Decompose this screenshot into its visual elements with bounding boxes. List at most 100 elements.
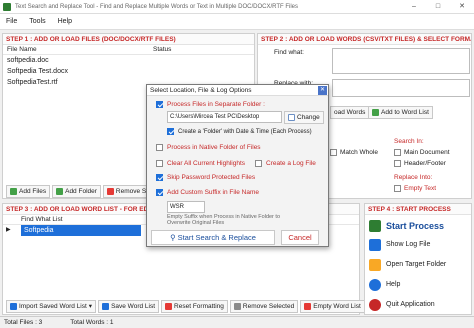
save-word-list-button[interactable]: Save Word List — [98, 300, 160, 313]
import-label: Import Saved Word List — [19, 303, 87, 310]
add-word-label: Add to Word List — [381, 109, 429, 116]
col-file-name[interactable]: File Name — [3, 45, 153, 54]
word-cell[interactable]: Softpedia — [21, 225, 141, 236]
step1-header: STEP 1 : ADD OR LOAD FILES (DOC/DOCX/RTF… — [3, 34, 254, 45]
col-status[interactable]: Status — [153, 45, 171, 54]
empty-text-checkbox[interactable] — [394, 185, 401, 192]
skip-password-checkbox[interactable] — [156, 174, 163, 181]
step2-header: STEP 2 : ADD OR LOAD WORDS (CSV/TXT FILE… — [258, 34, 471, 45]
add-suffix-option[interactable]: Add Custom Suffix in File Name — [156, 189, 259, 196]
add-to-word-list-button[interactable]: Add to Word List — [368, 106, 433, 119]
change-label: Change — [297, 114, 320, 121]
chevron-down-icon: ▾ — [88, 303, 93, 310]
dialog-button-bar: ⚲ Start Search & Replace Cancel — [151, 230, 325, 245]
start-process-button[interactable]: Start Process — [365, 216, 470, 235]
step4-panel: STEP 4 : START PROCESS Start Process Sho… — [364, 203, 472, 315]
import-word-list-button[interactable]: Import Saved Word List ▾ — [6, 300, 97, 313]
open-target-folder-button[interactable]: Open Target Folder — [365, 255, 470, 274]
search-in-label: Search In: — [394, 138, 424, 145]
reset-label: Reset Formatting — [174, 303, 224, 310]
clear-highlights-option[interactable]: Clear All Current Highlights — [156, 160, 245, 167]
skip-password-label: Skip Password Protected Files — [167, 174, 256, 181]
header-footer-option[interactable]: Header/Footer — [394, 160, 446, 167]
create-log-option[interactable]: Create a Log File — [255, 160, 316, 167]
match-whole-option[interactable]: Match Whole — [330, 149, 378, 156]
remove-selected-words-button[interactable]: Remove Selected — [229, 300, 299, 313]
total-files: Total Files : 3 — [4, 319, 43, 326]
file-grid-header: File Name Status — [3, 45, 254, 55]
reset-icon — [165, 303, 173, 310]
menu-file[interactable]: File — [0, 14, 23, 30]
folder-icon — [369, 258, 381, 271]
main-document-checkbox[interactable] — [394, 149, 401, 156]
header-footer-checkbox[interactable] — [394, 160, 401, 167]
col-find-what[interactable]: Find What List — [21, 215, 63, 224]
log-file-icon — [369, 238, 381, 251]
create-folder-option[interactable]: Create a 'Folder' with Date & Time (Each… — [167, 128, 312, 135]
close-button[interactable]: ✕ — [450, 0, 474, 14]
find-input[interactable] — [332, 48, 470, 74]
quit-button[interactable]: Quit Application — [365, 295, 470, 314]
status-bar: Total Files : 3 Total Words : 1 — [0, 316, 474, 328]
remove-icon — [106, 188, 114, 195]
menu-help[interactable]: Help — [52, 14, 78, 30]
help-icon — [369, 278, 381, 291]
remove-selected-label: Remove Selected — [242, 303, 295, 310]
menu-tools[interactable]: Tools — [23, 14, 51, 30]
suffix-value: WSR — [170, 204, 184, 210]
add-folder-button[interactable]: Add Folder — [52, 185, 101, 198]
plus-icon — [10, 188, 17, 195]
clear-highlights-checkbox[interactable] — [156, 160, 163, 167]
empty-text-option[interactable]: Empty Text — [394, 185, 436, 192]
app-icon — [3, 2, 11, 11]
import-icon — [10, 303, 17, 310]
maximize-button[interactable]: □ — [426, 0, 450, 14]
main-document-option[interactable]: Main Document — [394, 149, 450, 156]
load-words-label: oad Words — [334, 109, 366, 116]
cancel-label: Cancel — [288, 233, 312, 242]
help-button[interactable]: Help — [365, 275, 470, 294]
step3-toolbar: Import Saved Word List ▾ Save Word List R… — [6, 300, 365, 313]
change-path-button[interactable]: Change — [284, 111, 324, 124]
dialog-close-button[interactable]: ✕ — [318, 86, 327, 95]
open-target-label: Open Target Folder — [386, 261, 447, 268]
process-native-option[interactable]: Process in Native Folder of Files — [156, 144, 261, 151]
trash-icon — [304, 303, 312, 310]
create-log-label: Create a Log File — [266, 160, 316, 167]
add-suffix-label: Add Custom Suffix in File Name — [167, 189, 259, 196]
load-words-button[interactable]: oad Words — [330, 106, 370, 119]
suffix-input[interactable]: WSR — [167, 201, 205, 213]
file-row[interactable]: softpedia.doc — [3, 55, 254, 66]
process-separate-checkbox[interactable] — [156, 101, 163, 108]
reset-formatting-button[interactable]: Reset Formatting — [161, 300, 228, 313]
create-log-checkbox[interactable] — [255, 160, 262, 167]
quit-label: Quit Application — [386, 301, 435, 308]
add-files-button[interactable]: Add Files — [6, 185, 51, 198]
file-row[interactable]: Softpedia Test.docx — [3, 66, 254, 77]
plus-icon — [372, 109, 379, 116]
search-icon: ⚲ — [170, 233, 176, 242]
output-path-value: C:\Users\Mircea Test PC\Desktop — [170, 114, 260, 120]
remove-icon — [233, 303, 241, 310]
start-search-label: Start Search & Replace — [177, 233, 256, 242]
process-separate-option[interactable]: Process Files in Separate Folder : — [156, 101, 265, 108]
process-native-label: Process in Native Folder of Files — [167, 144, 261, 151]
match-whole-checkbox[interactable] — [330, 149, 337, 156]
create-folder-checkbox[interactable] — [167, 128, 174, 135]
start-process-label: Start Process — [386, 220, 445, 231]
cancel-button[interactable]: Cancel — [281, 230, 319, 245]
title-bar: Text Search and Replace Tool - Find and … — [0, 0, 474, 14]
start-search-replace-button[interactable]: ⚲ Start Search & Replace — [151, 230, 275, 245]
find-label: Find what: — [274, 49, 304, 56]
add-suffix-checkbox[interactable] — [156, 189, 163, 196]
empty-word-list-button[interactable]: Empty Word List — [300, 300, 365, 313]
process-native-checkbox[interactable] — [156, 144, 163, 151]
dialog-title-bar: Select Location, File & Log Options ✕ — [147, 85, 328, 96]
clear-highlights-label: Clear All Current Highlights — [167, 160, 246, 167]
skip-password-option[interactable]: Skip Password Protected Files — [156, 174, 255, 181]
output-path-input[interactable]: C:\Users\Mircea Test PC\Desktop — [167, 111, 282, 123]
show-log-button[interactable]: Show Log File — [365, 235, 470, 254]
replace-input[interactable] — [332, 79, 470, 97]
minimize-button[interactable]: – — [402, 0, 426, 14]
header-footer-label: Header/Footer — [404, 160, 446, 167]
